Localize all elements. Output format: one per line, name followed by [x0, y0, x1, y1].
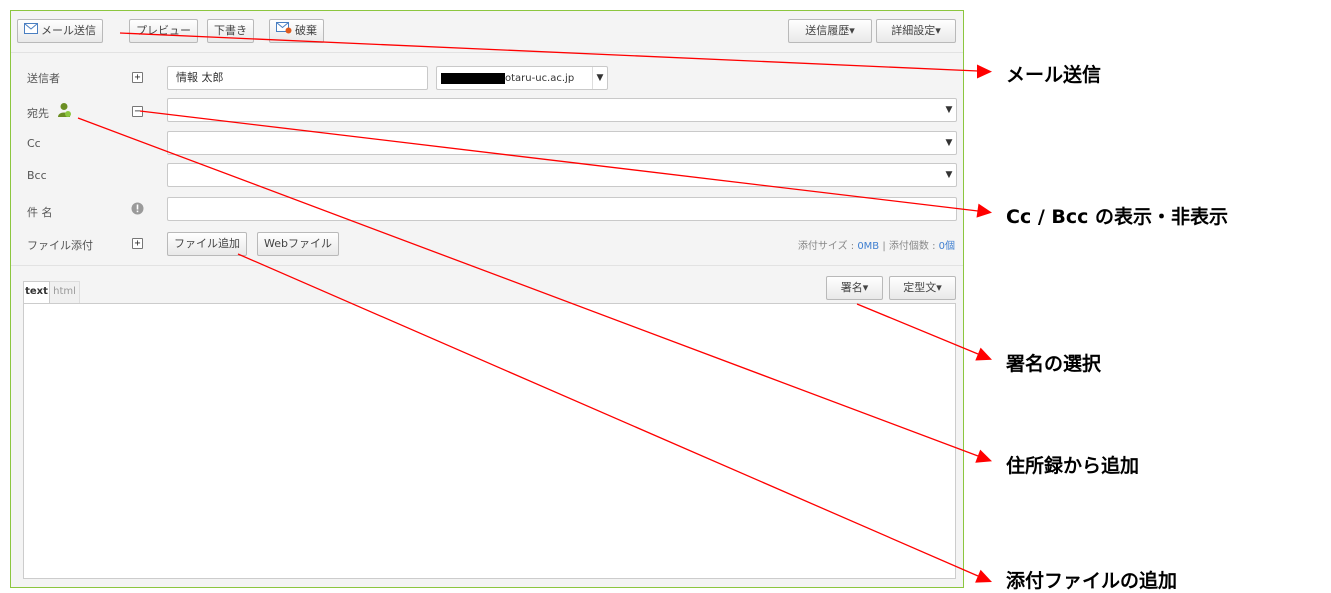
annotation-send: メール送信 [1006, 64, 1102, 86]
arrowhead [976, 203, 992, 218]
annotation-cc-bcc: Cc / Bcc の表示・非表示 [1006, 206, 1228, 228]
arrowhead [977, 64, 992, 79]
arrow-line-send [119, 32, 979, 72]
annotation-address-book: 住所録から追加 [1006, 455, 1140, 477]
annotation-attachment: 添付ファイルの追加 [1006, 570, 1178, 592]
annotation-arrows [77, 32, 992, 583]
arrow-line-signature [856, 303, 979, 355]
arrow-line-cc-bcc [139, 110, 979, 212]
annotation-signature: 署名の選択 [1006, 353, 1102, 375]
arrow-line-address-book [77, 117, 979, 457]
arrowhead [975, 449, 992, 463]
